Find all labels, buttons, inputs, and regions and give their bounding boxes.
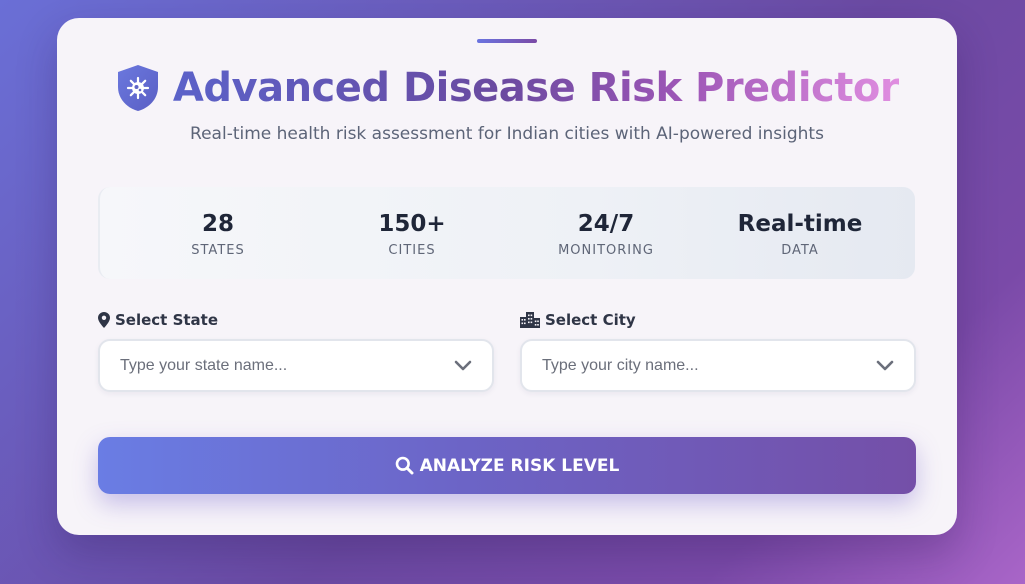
map-pin-icon xyxy=(98,312,110,328)
stat-value: Real-time xyxy=(737,210,863,237)
city-buildings-icon xyxy=(520,312,540,328)
stat-states: 28 STATES xyxy=(121,209,315,258)
stat-value: 150+ xyxy=(378,210,446,237)
city-field: Select City xyxy=(520,310,916,392)
analyze-risk-button[interactable]: ANALYZE RISK LEVEL xyxy=(98,437,916,494)
state-field: Select State xyxy=(98,310,494,392)
stat-data: Real-time DATA xyxy=(703,209,897,258)
page-subtitle: Real-time health risk assessment for Ind… xyxy=(190,124,824,144)
stat-label: STATES xyxy=(191,242,245,258)
state-input[interactable] xyxy=(120,356,454,375)
stat-value: 28 xyxy=(201,210,234,237)
stat-label: CITIES xyxy=(388,242,436,258)
city-label: Select City xyxy=(520,310,916,330)
header: Advanced Disease Risk Predictor xyxy=(57,58,957,118)
chevron-down-icon[interactable] xyxy=(454,360,472,372)
accent-divider xyxy=(477,39,537,43)
city-select[interactable] xyxy=(520,339,916,392)
state-label: Select State xyxy=(98,310,494,330)
state-select[interactable] xyxy=(98,339,494,392)
stat-label: MONITORING xyxy=(558,242,654,258)
stat-cities: 150+ CITIES xyxy=(315,209,509,258)
analyze-button-label: ANALYZE RISK LEVEL xyxy=(419,455,620,476)
stat-label: DATA xyxy=(781,242,819,258)
shield-virus-icon xyxy=(117,65,158,111)
chevron-down-icon[interactable] xyxy=(876,360,894,372)
stat-monitoring: 24/7 MONITORING xyxy=(509,209,703,258)
stat-value: 24/7 xyxy=(577,210,635,237)
city-label-text: Select City xyxy=(545,311,636,329)
stats-panel: 28 STATES 150+ CITIES 24/7 MONITORING Re… xyxy=(98,187,915,279)
search-icon xyxy=(395,456,414,475)
predictor-card: Advanced Disease Risk Predictor Real-tim… xyxy=(57,18,957,535)
city-input[interactable] xyxy=(542,356,876,375)
state-label-text: Select State xyxy=(115,311,219,329)
page-title: Advanced Disease Risk Predictor xyxy=(172,65,900,111)
